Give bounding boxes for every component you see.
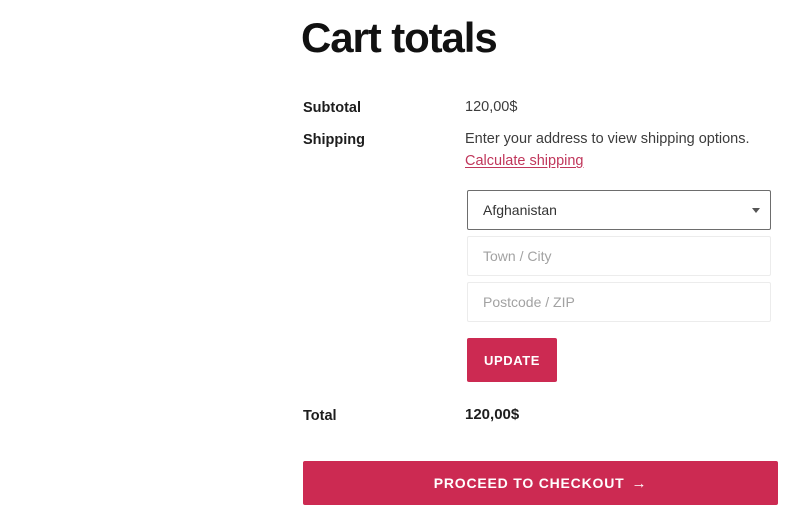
calculate-shipping-link[interactable]: Calculate shipping (465, 150, 584, 172)
total-label: Total (303, 408, 337, 424)
postcode-zip-input[interactable] (467, 282, 771, 322)
town-city-input[interactable] (467, 236, 771, 276)
arrow-right-icon: → (631, 474, 648, 492)
cart-totals-page: Cart totals Subtotal 120,00$ Shipping En… (0, 0, 800, 525)
checkout-button-label: PROCEED TO CHECKOUT (433, 475, 625, 491)
shipping-label: Shipping (303, 132, 366, 148)
shipping-note: Enter your address to view shipping opti… (465, 131, 750, 147)
update-button[interactable]: UPDATE (467, 338, 557, 382)
country-select-value: Afghanistan (483, 202, 557, 218)
chevron-down-icon (752, 207, 760, 213)
shipping-value: Enter your address to view shipping opti… (465, 128, 778, 172)
cart-total-row-wrapper: Total 120,00$ (303, 404, 778, 427)
total-value: 120,00$ (465, 406, 520, 423)
table-row-shipping: Shipping Enter your address to view ship… (303, 128, 778, 172)
table-row-subtotal: Subtotal 120,00$ (303, 96, 778, 119)
subtotal-value: 120,00$ (465, 99, 518, 115)
subtotal-label: Subtotal (303, 100, 361, 116)
proceed-to-checkout-button[interactable]: PROCEED TO CHECKOUT → (303, 461, 778, 505)
table-row-total: Total 120,00$ (303, 404, 778, 427)
page-title: Cart totals (301, 14, 498, 61)
country-select[interactable]: Afghanistan (467, 190, 771, 230)
shipping-calculator-form: Afghanistan UPDATE (467, 190, 771, 382)
cart-totals-table: Subtotal 120,00$ Shipping Enter your add… (303, 96, 778, 172)
